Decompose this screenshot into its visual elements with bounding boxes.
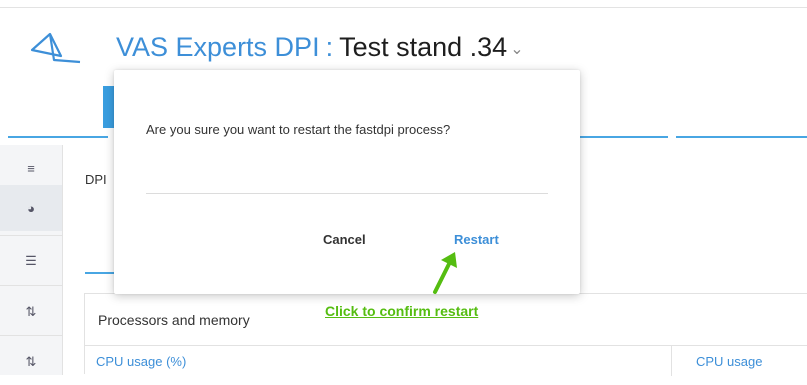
top-border (0, 7, 807, 8)
chevron-down-icon[interactable]: ⌄ (510, 41, 523, 58)
cpu-usage-chart-title-right[interactable]: CPU usage (696, 354, 762, 369)
sidebar-divider (0, 335, 62, 336)
annotation-label: Click to confirm restart (325, 303, 479, 319)
sidebar-divider (0, 235, 62, 236)
title-separator: : (325, 32, 334, 62)
page-title[interactable]: VAS Experts DPI: Test stand .34 ⌄ (116, 32, 524, 63)
dialog-message: Are you sure you want to restart the fas… (146, 122, 451, 137)
app-name[interactable]: VAS Experts DPI (116, 32, 320, 62)
section-label: DPI (85, 172, 107, 187)
tab-underline (8, 136, 108, 138)
sidebar-divider (0, 285, 62, 286)
annotation-arrow-icon (433, 252, 457, 294)
sort-icon: ⇅ (25, 304, 37, 319)
stand-name[interactable]: Test stand .34 (339, 32, 507, 62)
server-icon: ☰ (25, 253, 37, 268)
panel-title: Processors and memory (98, 312, 250, 328)
sidebar-item-sort-alt[interactable]: ⇅ (0, 339, 62, 385)
sidebar-item-sort[interactable]: ⇅ (0, 289, 62, 335)
sort-alt-icon: ⇅ (25, 354, 37, 369)
sidebar-item-server[interactable]: ☰ (0, 238, 62, 284)
sidebar: ≡ ◕ ☰ ⇅ ⇅ (0, 145, 63, 375)
dashboard-icon: ◕ (27, 200, 35, 216)
dialog-divider (146, 193, 548, 194)
restart-confirm-dialog: Are you sure you want to restart the fas… (114, 70, 580, 294)
vas-experts-logo-icon[interactable] (28, 30, 84, 66)
column-divider (671, 346, 672, 376)
panel-divider (84, 345, 807, 346)
sidebar-item-dashboard[interactable]: ◕ (0, 185, 62, 231)
cpu-usage-chart-title[interactable]: CPU usage (%) (96, 354, 186, 369)
cancel-button[interactable]: Cancel (317, 228, 372, 251)
menu-icon: ≡ (27, 160, 35, 176)
tab-underline (676, 136, 807, 138)
tab-underline (578, 136, 668, 138)
